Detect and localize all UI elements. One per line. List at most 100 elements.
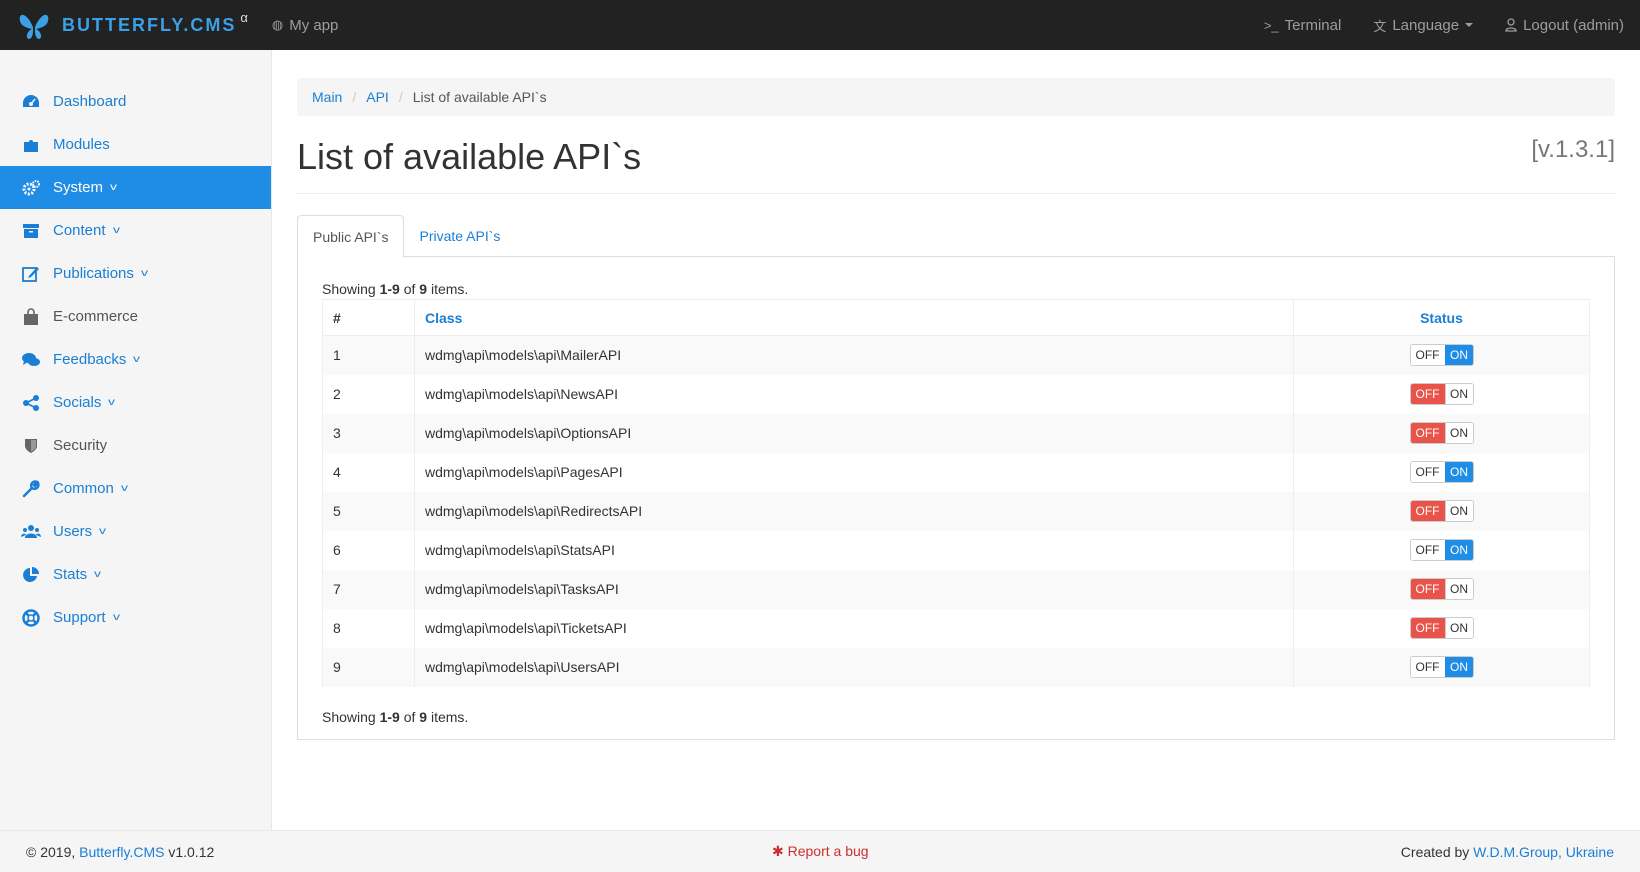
pie-chart-icon: [20, 564, 42, 586]
report-bug-link[interactable]: ✱ Report a bug: [772, 843, 869, 860]
sidebar-item-common[interactable]: Common v: [0, 467, 271, 510]
toggle-off-option[interactable]: OFF: [1410, 540, 1445, 560]
status-toggle[interactable]: OFF ON: [1409, 500, 1474, 522]
breadcrumb-api-link[interactable]: API: [366, 89, 389, 105]
chevron-down-icon: v: [112, 612, 120, 623]
toggle-on-option[interactable]: ON: [1444, 462, 1473, 482]
chevron-down-icon: v: [94, 569, 102, 580]
toggle-off-option[interactable]: OFF: [1410, 501, 1445, 521]
toggle-on-option[interactable]: ON: [1444, 540, 1473, 560]
nav-my-app[interactable]: ◍ My app: [272, 17, 339, 34]
column-header-status[interactable]: Status: [1293, 299, 1590, 336]
row-class: wdmg\api\models\api\StatsAPI: [414, 530, 1294, 570]
breadcrumb: Main / API / List of available API`s: [297, 78, 1615, 116]
breadcrumb-main-link[interactable]: Main: [312, 89, 342, 105]
toggle-off-option[interactable]: OFF: [1410, 384, 1445, 404]
top-navbar: BUTTERFLY.CMS α ◍ My app >_ Terminal 文 L…: [0, 0, 1640, 50]
sidebar-item-label: Feedbacks: [53, 351, 127, 368]
sidebar-item-publications[interactable]: Publications v: [0, 252, 271, 295]
toggle-on-option[interactable]: ON: [1444, 618, 1473, 638]
chevron-down-icon: v: [133, 354, 141, 365]
sidebar-item-dashboard[interactable]: Dashboard: [0, 80, 271, 123]
brand-name: BUTTERFLY.CMS: [62, 14, 237, 35]
table-row: 3 wdmg\api\models\api\OptionsAPI OFF ON: [322, 413, 1590, 453]
summary-total: 9: [419, 708, 428, 725]
status-toggle[interactable]: OFF ON: [1409, 656, 1474, 678]
toggle-on-option[interactable]: ON: [1444, 579, 1473, 599]
nav-logout[interactable]: Logout (admin): [1489, 0, 1640, 50]
status-toggle[interactable]: OFF ON: [1409, 383, 1474, 405]
sidebar-item-support[interactable]: Support v: [0, 596, 271, 639]
status-toggle[interactable]: OFF ON: [1409, 344, 1474, 367]
status-toggle[interactable]: OFF ON: [1409, 422, 1474, 444]
sidebar-item-security[interactable]: Security: [0, 424, 271, 467]
tab-bar: Public API`s Private API`s: [297, 214, 1615, 258]
brand[interactable]: BUTTERFLY.CMS α: [16, 0, 248, 50]
row-class: wdmg\api\models\api\PagesAPI: [414, 452, 1294, 492]
dashboard-icon: [20, 91, 42, 113]
tab-private-apis[interactable]: Private API`s: [404, 214, 515, 257]
sidebar-item-content[interactable]: Content v: [0, 209, 271, 252]
row-status: OFF ON: [1293, 452, 1590, 492]
column-header-class[interactable]: Class: [414, 299, 1294, 336]
sidebar-item-feedbacks[interactable]: Feedbacks v: [0, 338, 271, 381]
footer-credits: Created by W.D.M.Group, Ukraine: [1401, 844, 1614, 860]
nav-language-label: Language: [1392, 16, 1460, 34]
toggle-on-option[interactable]: ON: [1444, 384, 1473, 404]
sidebar-item-users[interactable]: Users v: [0, 510, 271, 553]
row-num: 1: [322, 335, 415, 375]
sidebar-item-socials[interactable]: Socials v: [0, 381, 271, 424]
footer-cms-link[interactable]: Butterfly.CMS: [79, 844, 164, 860]
table-row: 2 wdmg\api\models\api\NewsAPI OFF ON: [322, 374, 1590, 414]
toggle-off-option[interactable]: OFF: [1410, 579, 1445, 599]
row-num: 8: [322, 608, 415, 648]
nav-terminal[interactable]: >_ Terminal: [1248, 0, 1358, 50]
sidebar-item-modules[interactable]: Modules: [0, 123, 271, 166]
toggle-off-option[interactable]: OFF: [1410, 345, 1445, 366]
shield-icon: [20, 435, 42, 457]
sidebar-item-stats[interactable]: Stats v: [0, 553, 271, 596]
chevron-down-icon: v: [140, 268, 148, 279]
sidebar-item-label: Publications: [53, 265, 134, 282]
row-status: OFF ON: [1293, 569, 1590, 609]
page-title: List of available API`s: [297, 136, 642, 177]
sidebar-item-ecommerce[interactable]: E-commerce: [0, 295, 271, 338]
butterfly-logo-icon: [19, 14, 49, 39]
status-toggle[interactable]: OFF ON: [1409, 578, 1474, 600]
toggle-off-option[interactable]: OFF: [1410, 657, 1445, 677]
status-toggle[interactable]: OFF ON: [1409, 617, 1474, 639]
edit-icon: [20, 263, 42, 285]
toggle-on-option[interactable]: ON: [1444, 423, 1473, 443]
api-table: # Class Status 1 wdmg\api\models\api\Mail…: [322, 299, 1590, 687]
row-class: wdmg\api\models\api\UsersAPI: [414, 647, 1294, 687]
row-class: wdmg\api\models\api\NewsAPI: [414, 374, 1294, 414]
toggle-off-option[interactable]: OFF: [1410, 618, 1445, 638]
globe-icon: ◍: [271, 17, 284, 32]
breadcrumb-current: List of available API`s: [412, 89, 547, 105]
footer-version: v1.0.12: [164, 843, 215, 860]
toggle-on-option[interactable]: ON: [1444, 501, 1473, 521]
row-num: 4: [322, 452, 415, 492]
table-row: 4 wdmg\api\models\api\PagesAPI OFF ON: [322, 452, 1590, 492]
status-toggle[interactable]: OFF ON: [1409, 461, 1474, 483]
sidebar: Dashboard Modules System v Content v Pub…: [0, 50, 272, 830]
row-status: OFF ON: [1293, 530, 1590, 570]
footer-company-link[interactable]: W.D.M.Group, Ukraine: [1473, 844, 1614, 860]
status-toggle[interactable]: OFF ON: [1409, 539, 1474, 561]
footer-copy-text: © 2019,: [26, 843, 80, 860]
sidebar-item-system[interactable]: System v: [0, 166, 271, 209]
life-ring-icon: [20, 607, 42, 629]
terminal-icon: >_: [1263, 17, 1279, 33]
toggle-off-option[interactable]: OFF: [1410, 423, 1445, 443]
puzzle-icon: [20, 134, 42, 156]
summary-range: 1-9: [379, 281, 400, 297]
toggle-on-option[interactable]: ON: [1444, 345, 1473, 366]
toggle-off-option[interactable]: OFF: [1410, 462, 1445, 482]
chevron-down-icon: v: [120, 483, 128, 494]
language-icon: 文: [1373, 18, 1387, 34]
nav-language[interactable]: 文 Language: [1357, 0, 1489, 50]
summary-of: of: [399, 708, 420, 725]
table-row: 5 wdmg\api\models\api\RedirectsAPI OFF ON: [322, 491, 1590, 531]
tab-public-apis[interactable]: Public API`s: [297, 215, 405, 258]
toggle-on-option[interactable]: ON: [1444, 657, 1473, 677]
